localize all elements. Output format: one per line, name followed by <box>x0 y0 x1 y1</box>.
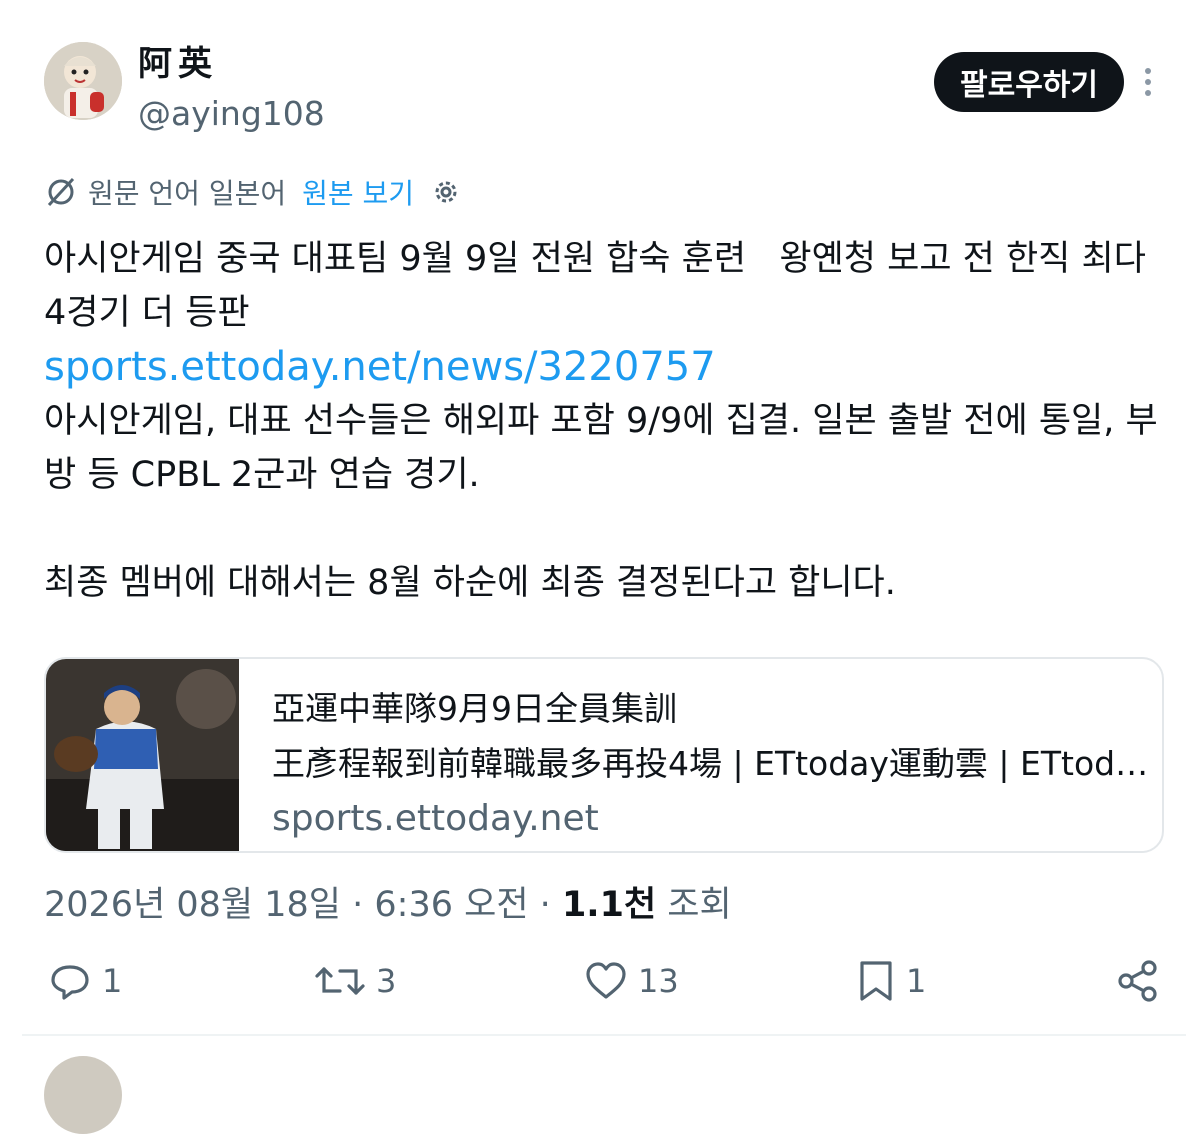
views-label: 조회 <box>667 885 732 925</box>
user-handle[interactable]: @aying108 <box>138 94 325 133</box>
repost-button[interactable]: 3 <box>314 956 396 1006</box>
show-original-link[interactable]: 원본 보기 <box>302 172 414 212</box>
gear-icon[interactable] <box>432 178 460 206</box>
repost-icon <box>315 967 365 995</box>
translate-icon <box>44 175 78 209</box>
tweet-line: 최종 멤버에 대해서는 8월 하순에 최종 결정된다고 합니다. <box>44 563 896 603</box>
reply-button[interactable]: 1 <box>48 956 122 1006</box>
tweet-line: 아시안게임 중국 대표팀 9월 9일 전원 합숙 훈련 왕옌청 보고 전 한직 … <box>44 239 1158 333</box>
views-count: 1.1천 <box>561 885 657 925</box>
link-card[interactable]: 亞運中華隊9月9日全員集訓 王彥程報到前韓職最多再投4場 | ETtoday運動… <box>44 657 1164 853</box>
bookmark-count: 1 <box>906 962 927 1000</box>
link-card-subtitle: 王彥程報到前韓職最多再投4場 | ETtoday運動雲 | ETtoday <box>272 744 1152 783</box>
tweet-date[interactable]: 2026년 08월 18일 <box>44 885 341 925</box>
display-name[interactable]: 阿英 <box>138 36 218 85</box>
share-icon <box>1118 960 1157 1002</box>
reply-count: 1 <box>102 962 123 1000</box>
like-icon <box>586 962 626 999</box>
link-card-image[interactable] <box>46 659 239 851</box>
bookmark-button[interactable]: 1 <box>856 956 926 1006</box>
avatar[interactable] <box>44 42 122 120</box>
divider <box>22 1034 1186 1036</box>
translation-row: 원문 언어 일본어 원본 보기 <box>44 170 460 214</box>
meta-separator: · <box>539 885 562 925</box>
reply-icon <box>51 965 89 1000</box>
share-button[interactable] <box>1116 956 1170 1006</box>
like-button[interactable]: 13 <box>584 956 679 1006</box>
bookmark-icon <box>860 961 892 1001</box>
like-count: 13 <box>638 962 679 1000</box>
link-card-domain: sports.ettoday.net <box>272 798 599 839</box>
meta-separator: · <box>352 885 375 925</box>
link-card-text[interactable]: 亞運中華隊9月9日全員集訓 王彥程報到前韓職最多再投4場 | ETtoday運動… <box>272 681 1152 846</box>
tweet-text: 아시안게임 중국 대표팀 9월 9일 전원 합숙 훈련 왕옌청 보고 전 한직 … <box>44 232 1164 610</box>
follow-button[interactable]: 팔로우하기 <box>934 52 1124 112</box>
tweet-meta: 2026년 08월 18일 · 6:36 오전 · 1.1천 조회 <box>44 876 732 927</box>
repost-count: 3 <box>376 962 397 1000</box>
link-card-title: 亞運中華隊9月9日全員集訓 <box>272 689 677 728</box>
tweet-spacer <box>44 502 1164 556</box>
more-icon[interactable] <box>1138 62 1158 102</box>
translation-label: 원문 언어 일본어 <box>88 177 287 210</box>
next-tweet-avatar[interactable] <box>44 1056 122 1134</box>
tweet-line: 아시안게임, 대표 선수들은 해외파 포함 9/9에 집결. 일본 출발 전에 … <box>44 401 1158 495</box>
tweet-time[interactable]: 6:36 오전 <box>374 885 528 925</box>
tweet-link[interactable]: sports.ettoday.net/news/3220757 <box>44 340 1164 394</box>
